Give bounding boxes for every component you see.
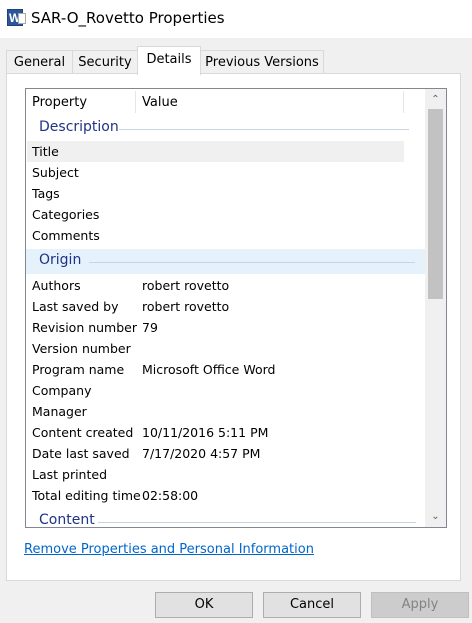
scrollbar-thumb[interactable] bbox=[428, 109, 443, 299]
chevron-down-icon[interactable]: ⌄ bbox=[425, 508, 446, 525]
property-row[interactable]: Categories bbox=[26, 204, 426, 225]
title-bar: W SAR-O_Rovetto Properties bbox=[0, 0, 472, 38]
group-content[interactable]: Content bbox=[26, 509, 426, 528]
column-header-property[interactable]: Property bbox=[32, 95, 87, 110]
column-divider[interactable] bbox=[403, 91, 404, 113]
property-row[interactable]: Total editing time 02:58:00 bbox=[26, 485, 426, 506]
column-divider[interactable] bbox=[135, 91, 136, 113]
group-divider-line bbox=[89, 262, 415, 263]
property-row[interactable]: Subject bbox=[26, 162, 426, 183]
property-row[interactable]: Last printed bbox=[26, 464, 426, 485]
group-divider-line bbox=[98, 522, 416, 523]
tab-general[interactable]: General bbox=[6, 50, 73, 74]
properties-list[interactable]: Property Value Description Title Subject… bbox=[25, 88, 447, 528]
property-row[interactable]: Last saved by robert rovetto bbox=[26, 296, 426, 317]
property-row[interactable]: Date last saved 7/17/2020 4:57 PM bbox=[26, 443, 426, 464]
cancel-button[interactable]: Cancel bbox=[263, 592, 361, 618]
property-row[interactable]: Version number bbox=[26, 338, 426, 359]
property-row[interactable]: Tags bbox=[26, 183, 426, 204]
group-origin[interactable]: Origin bbox=[26, 249, 426, 274]
list-header: Property Value bbox=[26, 89, 429, 116]
tab-details[interactable]: Details bbox=[137, 46, 201, 75]
property-row[interactable]: Content created 10/11/2016 5:11 PM bbox=[26, 422, 426, 443]
vertical-scrollbar[interactable]: ⌃ ⌄ bbox=[425, 89, 446, 527]
chevron-up-icon[interactable]: ⌃ bbox=[425, 91, 446, 108]
group-description[interactable]: Description bbox=[26, 116, 426, 141]
window-title: SAR-O_Rovetto Properties bbox=[31, 9, 225, 27]
apply-button[interactable]: Apply bbox=[371, 592, 469, 618]
property-row[interactable]: Title bbox=[27, 141, 404, 162]
tab-previous-versions[interactable]: Previous Versions bbox=[200, 50, 324, 74]
property-row[interactable]: Comments bbox=[26, 225, 426, 246]
property-row[interactable]: Authors robert rovetto bbox=[26, 275, 426, 296]
column-header-value[interactable]: Value bbox=[142, 95, 178, 110]
tab-security[interactable]: Security bbox=[72, 50, 138, 74]
word-document-icon: W bbox=[7, 9, 26, 26]
group-label: Description bbox=[39, 119, 119, 135]
ok-button[interactable]: OK bbox=[155, 592, 253, 618]
group-label: Content bbox=[39, 512, 95, 528]
group-divider-line bbox=[119, 129, 409, 130]
property-row[interactable]: Program name Microsoft Office Word bbox=[26, 359, 426, 380]
property-row[interactable]: Revision number 79 bbox=[26, 317, 426, 338]
property-row[interactable]: Manager bbox=[26, 401, 426, 422]
remove-properties-link[interactable]: Remove Properties and Personal Informati… bbox=[24, 542, 314, 557]
group-label: Origin bbox=[39, 252, 82, 268]
property-row[interactable]: Company bbox=[26, 380, 426, 401]
